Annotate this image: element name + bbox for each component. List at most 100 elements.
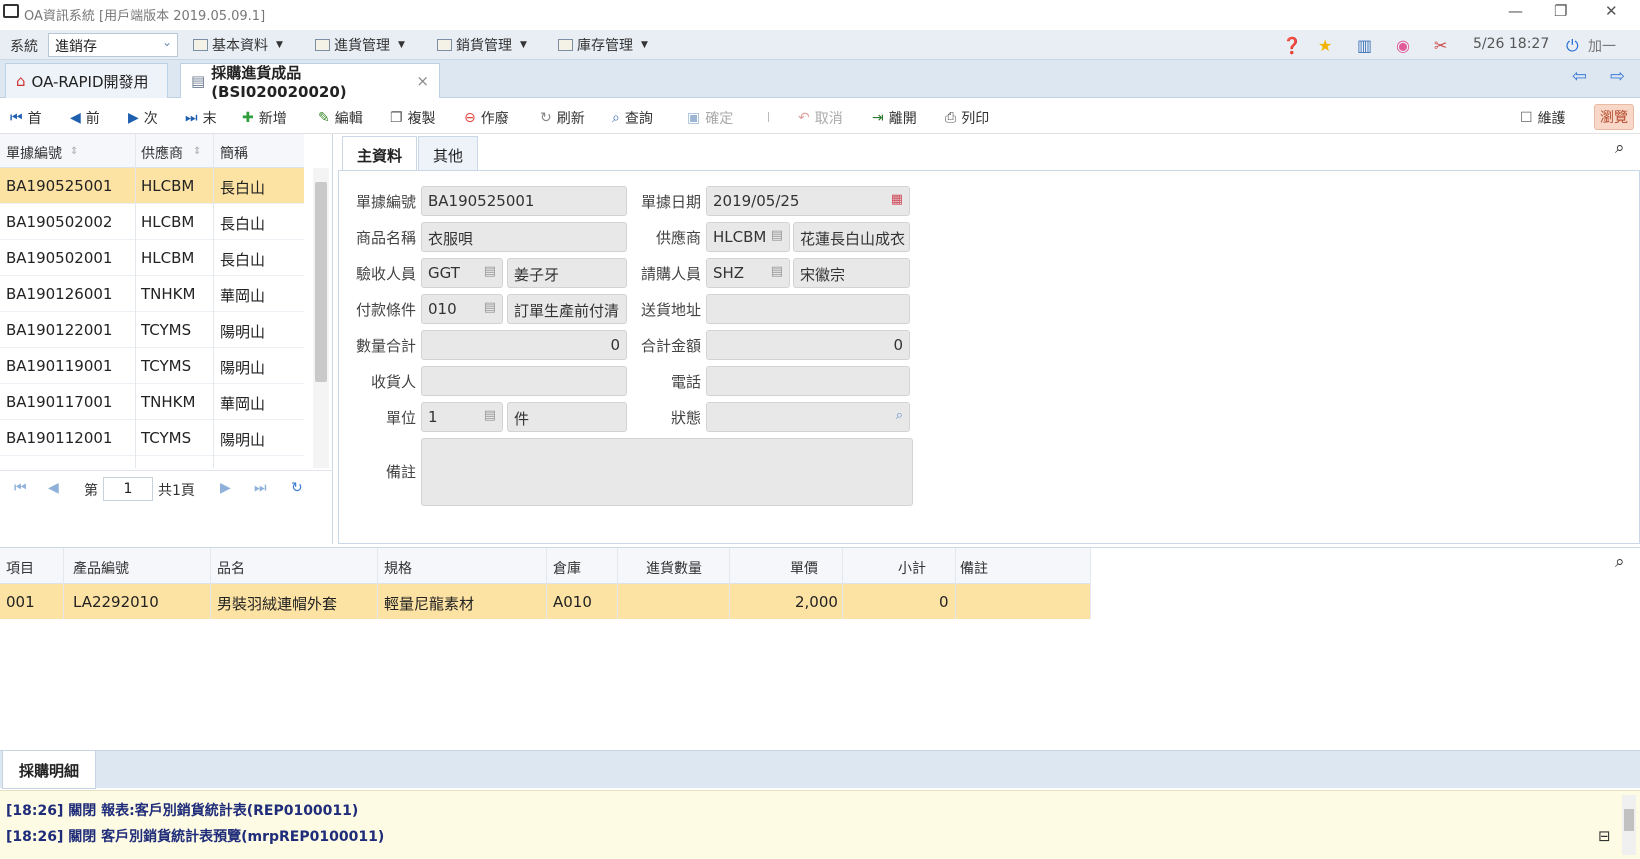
lookup-icon[interactable]: ▤: [484, 264, 496, 279]
system-select[interactable]: 進銷存 ⌄: [48, 33, 178, 57]
power-icon[interactable]: ⏻: [1566, 36, 1579, 56]
status-field[interactable]: ⌕: [706, 402, 910, 432]
list-row[interactable]: BA190119001 TCYMS 陽明山: [0, 348, 304, 384]
list-row[interactable]: BA190117001 TNHKM 華岡山: [0, 384, 304, 420]
browse-button[interactable]: 瀏覽: [1594, 104, 1634, 130]
arrow-right-icon[interactable]: ⇨: [1610, 66, 1625, 87]
print-button[interactable]: ⎙ 列印: [945, 108, 989, 128]
remark-field[interactable]: [421, 438, 913, 506]
requester-code-field[interactable]: SHZ ▤: [706, 258, 790, 288]
col-header-price[interactable]: 單價: [790, 558, 818, 578]
col-header-product-code[interactable]: 產品編號: [73, 558, 129, 578]
doc-no-field[interactable]: BA190525001: [421, 186, 627, 216]
search-icon[interactable]: ⌕: [896, 408, 903, 423]
maintain-button[interactable]: ☐ 維護: [1520, 108, 1566, 128]
payment-code-field[interactable]: 010 ▤: [421, 294, 503, 324]
tools-icon[interactable]: ✂: [1434, 36, 1447, 55]
requester-name-field[interactable]: 宋徽宗: [793, 258, 910, 288]
col-header-spec[interactable]: 規格: [384, 558, 412, 578]
unit-code-field[interactable]: 1 ▤: [421, 402, 503, 432]
lookup-icon[interactable]: ▤: [484, 408, 496, 423]
menu-basic-data[interactable]: 基本資料 ▼: [193, 35, 283, 55]
phone-field[interactable]: [706, 366, 910, 396]
search-icon[interactable]: ⌕: [1615, 138, 1625, 158]
query-button[interactable]: ⌕ 查詢: [612, 108, 653, 128]
search-icon[interactable]: ⌕: [1615, 552, 1625, 572]
list-row[interactable]: BA190122001 TCYMS 陽明山: [0, 312, 304, 348]
list-row[interactable]: BA190126001 TNHKM 華岡山: [0, 276, 304, 312]
pager-prev-icon[interactable]: ◀: [48, 480, 59, 496]
copy-button[interactable]: ❐ 複製: [390, 108, 436, 128]
col-header-subtotal[interactable]: 小計: [898, 558, 926, 578]
next-button[interactable]: ▶ 次: [128, 108, 158, 128]
pager-refresh-icon[interactable]: ↻: [291, 480, 303, 496]
tab-purchase-receipt[interactable]: ▤ 採購進貨成品(BSI020020020) ×: [180, 63, 440, 101]
lookup-icon[interactable]: ▤: [484, 300, 496, 315]
ship-addr-field[interactable]: [706, 294, 910, 324]
last-button[interactable]: ⏭ 末: [185, 108, 217, 128]
cancel-button[interactable]: ↶ 取消: [798, 108, 843, 128]
tab-close-icon[interactable]: ×: [416, 72, 429, 90]
tab-oa-rapid[interactable]: ⌂ OA-RAPID開發用: [5, 63, 168, 98]
payment-name-field[interactable]: 訂單生產前付清: [507, 294, 627, 324]
pager-last-icon[interactable]: ⏭: [254, 480, 267, 496]
consignee-field[interactable]: [421, 366, 627, 396]
qty-total-field[interactable]: 0: [421, 330, 627, 360]
calendar-icon[interactable]: ▦: [891, 192, 903, 207]
color-icon[interactable]: ◉: [1396, 36, 1410, 55]
vendor-code-field[interactable]: HLCBM ▤: [706, 222, 790, 252]
layout-icon[interactable]: ▥: [1357, 36, 1372, 55]
scrollbar-thumb[interactable]: [1624, 809, 1634, 831]
star-icon[interactable]: ★: [1318, 36, 1332, 55]
tab-purchase-detail[interactable]: 採購明細: [2, 751, 97, 789]
col-header-doc-no[interactable]: 單據編號: [6, 143, 62, 163]
list-scrollbar[interactable]: [313, 168, 329, 468]
minimize-button[interactable]: —: [1508, 2, 1523, 20]
menu-purchase[interactable]: 進貨管理 ▼: [315, 35, 405, 55]
tab-other[interactable]: 其他: [418, 136, 479, 170]
col-header-product-name[interactable]: 品名: [217, 558, 245, 578]
void-button[interactable]: ⊖ 作廢: [464, 108, 509, 128]
col-header-item[interactable]: 項目: [6, 558, 34, 578]
help-icon[interactable]: ❓: [1282, 36, 1302, 55]
col-header-short[interactable]: 簡稱: [220, 143, 248, 163]
vendor-name-field[interactable]: 花蓮長白山成衣: [793, 222, 910, 252]
menu-inventory[interactable]: 庫存管理 ▼: [558, 35, 648, 55]
col-header-qty[interactable]: 進貨數量: [646, 558, 702, 578]
page-input[interactable]: 1: [103, 477, 153, 501]
receiver-code-field[interactable]: GGT ▤: [421, 258, 503, 288]
product-field[interactable]: 衣服唄: [421, 222, 627, 252]
refresh-button[interactable]: ↻ 刷新: [540, 108, 585, 128]
col-header-warehouse[interactable]: 倉庫: [553, 558, 581, 578]
restore-button[interactable]: ❐: [1554, 2, 1567, 20]
tab-main-data[interactable]: 主資料: [342, 136, 418, 170]
arrow-left-icon[interactable]: ⇦: [1572, 66, 1587, 87]
col-header-remark[interactable]: 備註: [960, 558, 988, 578]
confirm-button[interactable]: ▣ 確定: [687, 108, 733, 128]
scrollbar-thumb[interactable]: [315, 182, 327, 382]
pager-first-icon[interactable]: ⏮: [14, 480, 27, 496]
edit-button[interactable]: ✎ 編輯: [318, 108, 363, 128]
log-scrollbar[interactable]: [1622, 795, 1636, 855]
leave-button[interactable]: ⇥ 離開: [872, 108, 917, 128]
amount-total-field[interactable]: 0: [706, 330, 910, 360]
lookup-icon[interactable]: ▤: [771, 264, 783, 279]
table-row[interactable]: 001 LA2292010 男裝羽絨連帽外套 輕量尼龍素材 A010 2,000…: [0, 584, 1090, 619]
collapse-icon[interactable]: ⊟: [1598, 827, 1611, 845]
prev-button[interactable]: ◀ 前: [70, 108, 100, 128]
add-button[interactable]: ✚ 新增: [242, 108, 287, 128]
list-row[interactable]: BA190502001 HLCBM 長白山: [0, 240, 304, 276]
user-name[interactable]: 加一: [1588, 36, 1616, 56]
list-row[interactable]: BA190112001 TCYMS 陽明山: [0, 420, 304, 456]
unit-name-field[interactable]: 件: [507, 402, 627, 432]
receiver-name-field[interactable]: 姜子牙: [507, 258, 627, 288]
pager-next-icon[interactable]: ▶: [220, 480, 231, 496]
first-button[interactable]: ⏮ 首: [10, 108, 42, 128]
lookup-icon[interactable]: ▤: [771, 228, 783, 243]
list-row[interactable]: BA190502002 HLCBM 長白山: [0, 204, 304, 240]
menu-sales[interactable]: 銷貨管理 ▼: [437, 35, 527, 55]
col-header-vendor[interactable]: 供應商: [141, 143, 183, 163]
close-window-button[interactable]: ✕: [1605, 2, 1618, 20]
list-row[interactable]: BA190525001 HLCBM 長白山: [0, 168, 304, 204]
doc-date-field[interactable]: 2019/05/25 ▦: [706, 186, 910, 216]
